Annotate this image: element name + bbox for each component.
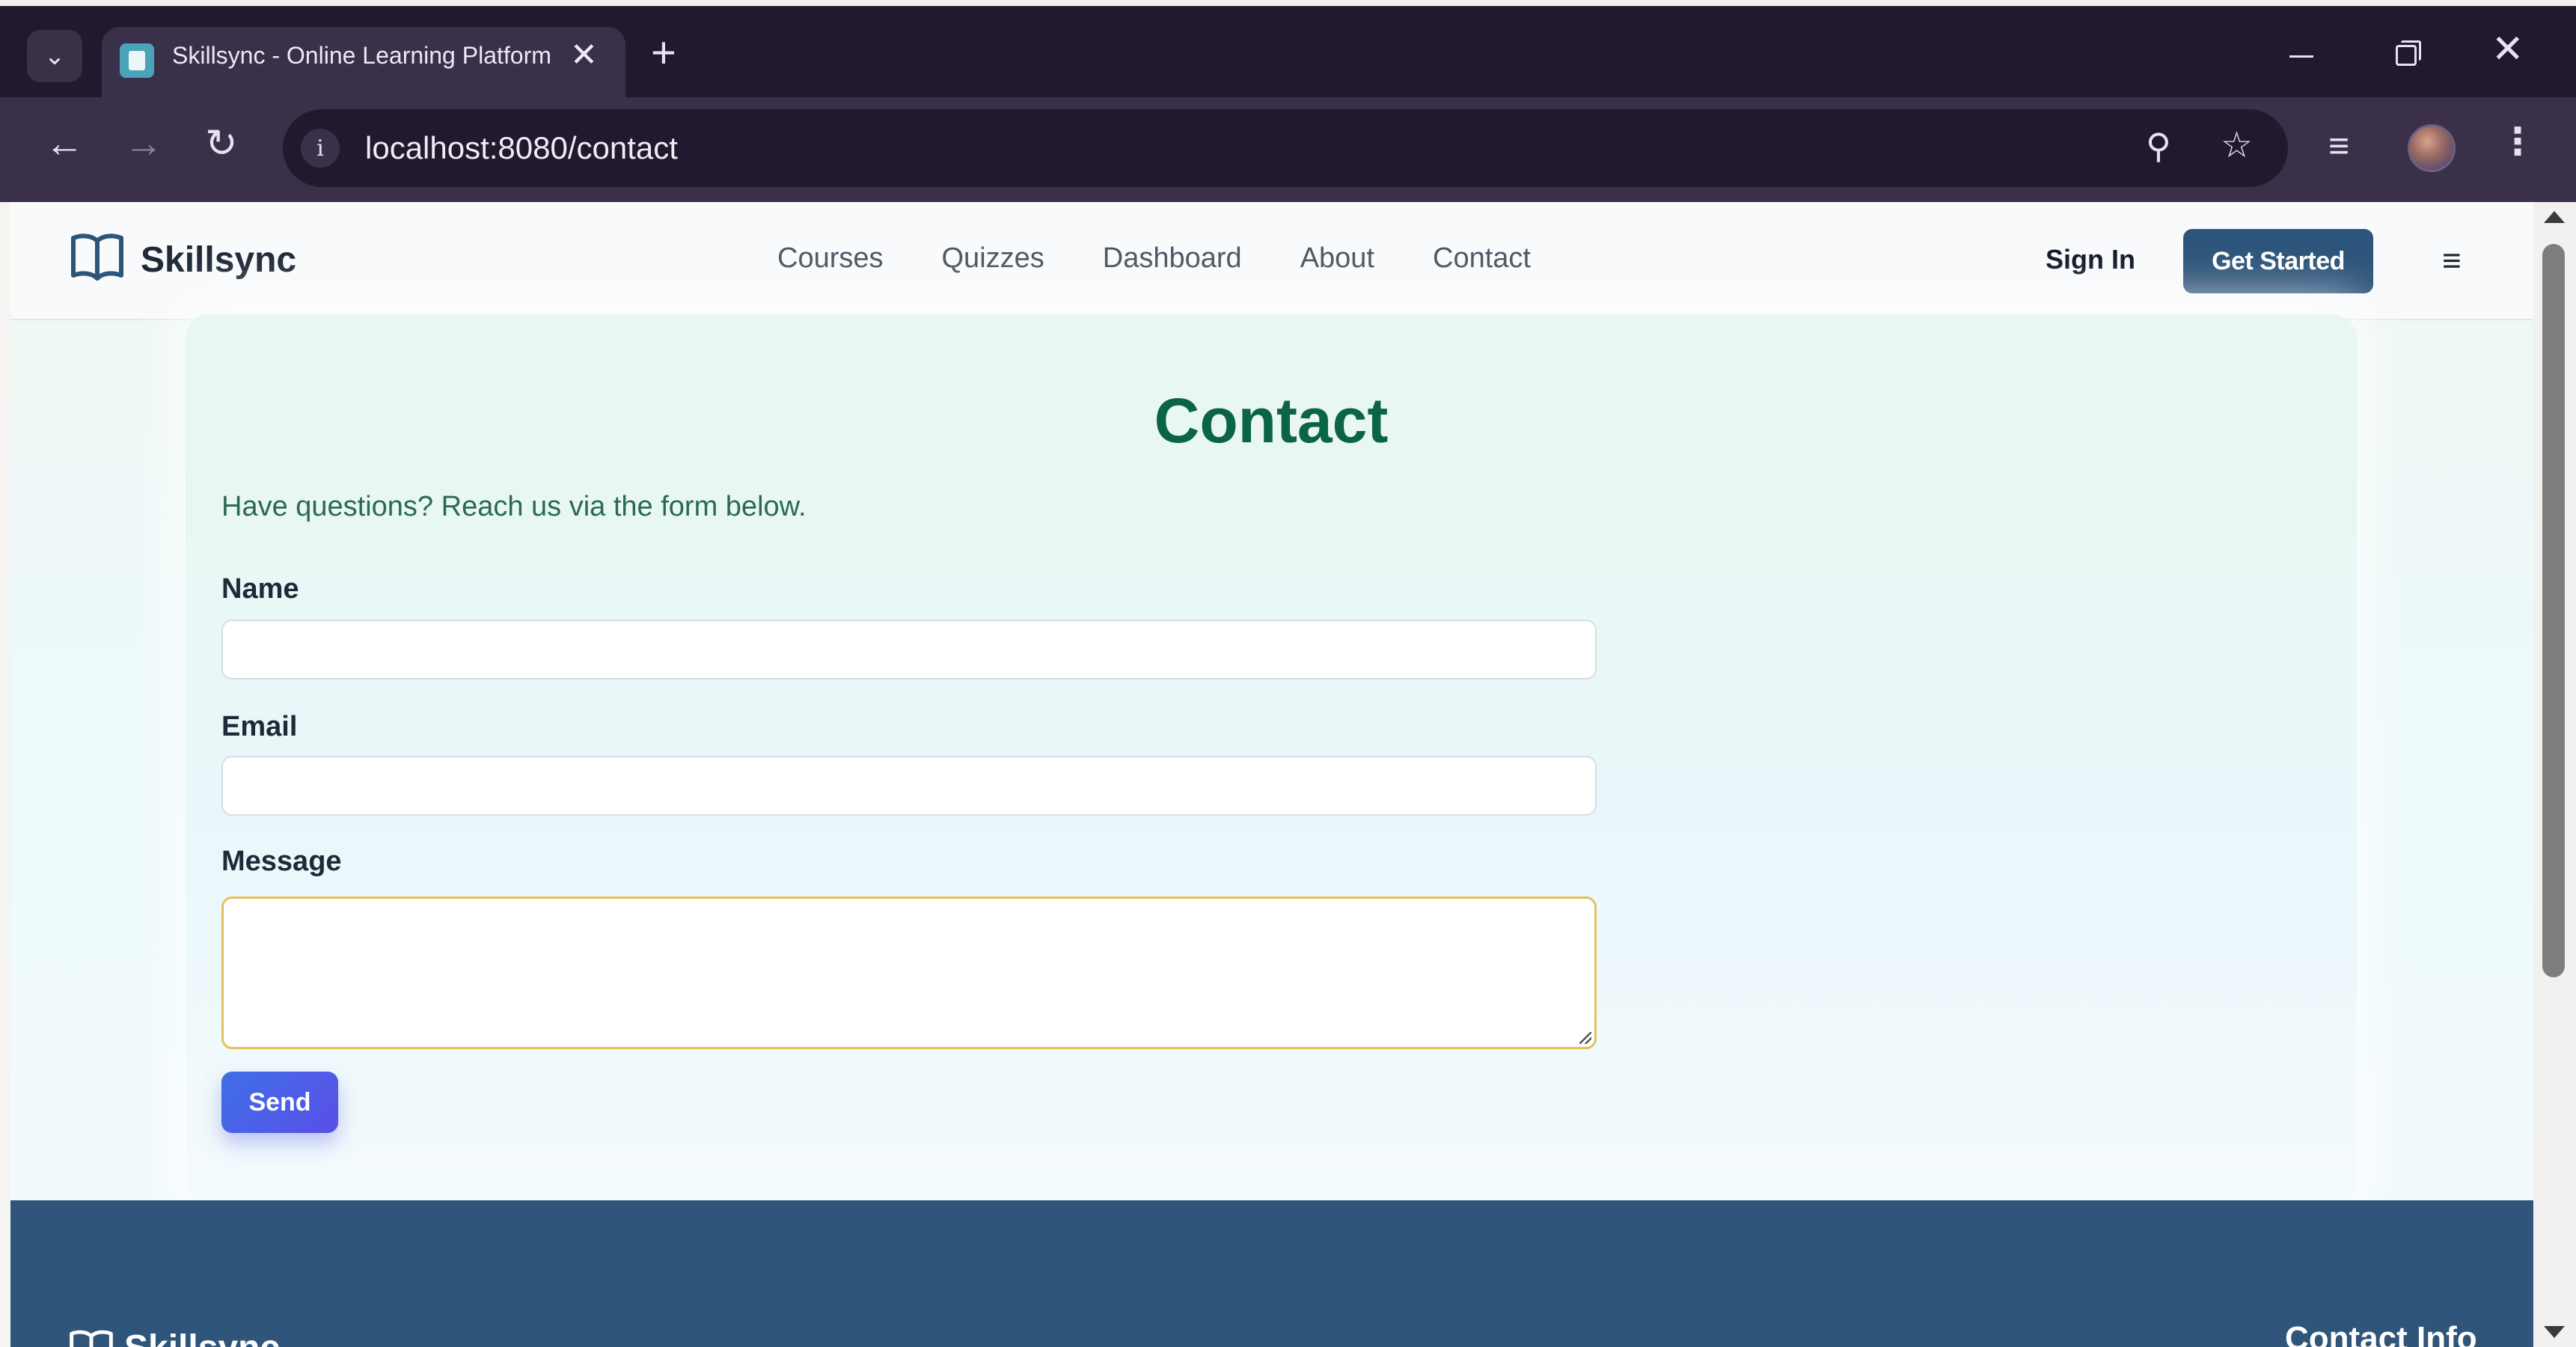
nav-dashboard[interactable]: Dashboard — [1103, 242, 1242, 275]
zoom-icon[interactable]: ⚲ — [2146, 126, 2171, 166]
window-close-icon[interactable]: ✕ — [2491, 27, 2524, 72]
scroll-thumb[interactable] — [2542, 244, 2565, 977]
book-icon — [70, 1330, 113, 1347]
book-icon[interactable] — [69, 230, 126, 281]
star-icon[interactable]: ☆ — [2221, 124, 2253, 166]
contact-card: Contact Have questions? Reach us via the… — [186, 314, 2357, 1205]
nav-about[interactable]: About — [1300, 242, 1374, 275]
address-bar[interactable]: i localhost:8080/contact ⚲ ☆ — [283, 109, 2288, 187]
reload-icon[interactable]: ↻ — [205, 124, 238, 163]
message-field[interactable] — [221, 897, 1597, 1049]
scroll-up-icon[interactable] — [2544, 211, 2565, 223]
get-started-button[interactable]: Get Started — [2183, 229, 2373, 293]
main-nav: Courses Quizzes Dashboard About Contact — [777, 242, 1531, 275]
footer-contact-title: Contact Info — [2285, 1320, 2477, 1347]
back-icon[interactable]: ← — [45, 124, 84, 163]
url-text[interactable]: localhost:8080/contact — [365, 130, 678, 166]
site-footer: Skillsync Contact Info — [10, 1200, 2533, 1347]
restore-icon[interactable] — [2396, 40, 2421, 66]
email-label: Email — [221, 711, 298, 742]
page-viewport: Skillsync Courses Quizzes Dashboard Abou… — [10, 202, 2533, 1347]
menu-icon[interactable]: ≡ — [2442, 242, 2462, 280]
resize-handle[interactable] — [1579, 1032, 1591, 1044]
intro-text: Have questions? Reach us via the form be… — [221, 491, 807, 522]
site-info-icon[interactable]: i — [301, 129, 340, 168]
favicon-icon — [120, 43, 154, 78]
sign-in-link[interactable]: Sign In — [2046, 244, 2135, 275]
name-field[interactable] — [221, 620, 1597, 679]
page-title: Contact — [1154, 385, 1389, 456]
chevron-down-icon: ⌄ — [43, 42, 66, 70]
send-button[interactable]: Send — [221, 1072, 338, 1133]
media-icon[interactable]: ≡ — [2328, 126, 2349, 167]
more-icon[interactable]: ⋮ — [2499, 120, 2536, 163]
nav-quizzes[interactable]: Quizzes — [942, 242, 1044, 275]
nav-courses[interactable]: Courses — [777, 242, 884, 275]
close-icon[interactable]: ✕ — [570, 36, 598, 74]
page-scrollbar[interactable] — [2533, 202, 2576, 1347]
minimize-icon[interactable] — [2289, 55, 2313, 58]
browser-tab-bar: ⌄ Skillsync - Online Learning Platform ✕… — [0, 0, 2576, 109]
site-header: Skillsync Courses Quizzes Dashboard Abou… — [10, 202, 2533, 320]
footer-brand: Skillsync — [124, 1328, 280, 1347]
message-label: Message — [221, 846, 342, 877]
nav-contact[interactable]: Contact — [1433, 242, 1531, 275]
name-label: Name — [221, 573, 299, 605]
scroll-down-icon[interactable] — [2544, 1326, 2565, 1338]
plus-icon[interactable]: + — [651, 31, 676, 75]
email-field[interactable] — [221, 756, 1597, 816]
forward-icon[interactable]: → — [124, 124, 163, 163]
browser-toolbar: ← → ↻ i localhost:8080/contact ⚲ ☆ ≡ ⋮ — [0, 97, 2576, 202]
brand-name[interactable]: Skillsync — [141, 239, 296, 281]
tab-title: Skillsync - Online Learning Platform — [172, 42, 551, 69]
tab-list-button[interactable]: ⌄ — [27, 30, 82, 82]
profile-avatar[interactable] — [2408, 124, 2456, 172]
